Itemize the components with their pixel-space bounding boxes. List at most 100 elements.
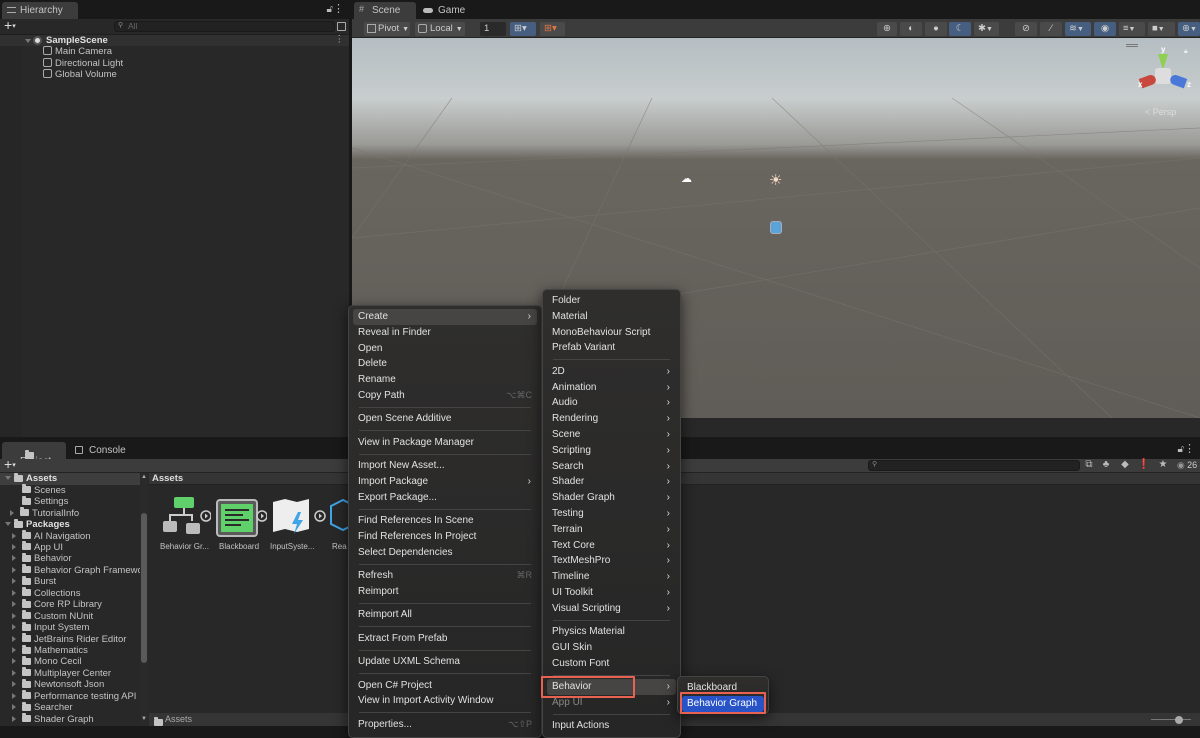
menu-item-input-actions[interactable]: Input Actions: [547, 718, 676, 734]
filter-by-label-icon[interactable]: ◆: [1118, 458, 1132, 472]
menu-item-2d[interactable]: 2D ›: [547, 364, 676, 380]
expand-icon[interactable]: [12, 589, 16, 596]
visibility-toggle[interactable]: ◉: [1094, 22, 1116, 36]
tree-package-input-system[interactable]: Input System: [12, 621, 89, 634]
menu-item-view-in-import-activity-window[interactable]: View in Import Activity Window: [353, 693, 537, 709]
camera-gizmo-icon[interactable]: ☁: [681, 172, 692, 185]
tree-package-collections[interactable]: Collections: [12, 587, 80, 600]
tree-package-core-rp-library[interactable]: Core RP Library: [12, 598, 102, 611]
project-more-icon[interactable]: ⋮: [1184, 442, 1195, 455]
hierarchy-item[interactable]: Main Camera: [43, 46, 112, 58]
grid-visibility-toggle[interactable]: ⊞▾: [510, 22, 536, 36]
menu-item-import-new-asset[interactable]: Import New Asset...: [353, 458, 537, 474]
menu-item-export-package[interactable]: Export Package...: [353, 490, 537, 506]
tree-package-mathematics[interactable]: Mathematics: [12, 644, 88, 657]
snap-toggle[interactable]: ⊞▾: [540, 22, 565, 36]
more-options-icon[interactable]: ⋮: [333, 2, 344, 15]
tree-scrollbar[interactable]: ▲ ▼: [140, 473, 148, 726]
gizmo-lock-icon[interactable]: 🔒︎: [1184, 48, 1188, 56]
menu-item-view-in-package-manager[interactable]: View in Package Manager: [353, 435, 537, 451]
asset-behavior-graph[interactable]: Behavior Gr...: [157, 494, 212, 554]
tree-package-searcher[interactable]: Searcher: [12, 701, 73, 714]
scroll-thumb[interactable]: [141, 513, 147, 663]
project-search-input[interactable]: ⚲: [868, 460, 1080, 471]
scene-options-icon[interactable]: ⋮: [335, 34, 345, 45]
volume-gizmo-icon[interactable]: [770, 221, 782, 234]
asset-blackboard[interactable]: Blackboard: [213, 494, 268, 554]
expand-icon[interactable]: [12, 555, 16, 562]
expand-icon[interactable]: [12, 635, 16, 642]
shaded-wireframe-button[interactable]: ◐: [900, 22, 922, 36]
tree-package-newtonsoft-json[interactable]: Newtonsoft Json: [12, 678, 104, 691]
breadcrumb-assets[interactable]: Assets: [152, 473, 183, 484]
scroll-down-arrow[interactable]: ▼: [141, 716, 147, 722]
expand-icon[interactable]: [12, 704, 16, 711]
menu-item-create[interactable]: Create ›: [353, 309, 537, 325]
tree-packages-root[interactable]: Packages: [0, 518, 140, 531]
tab-console[interactable]: Console: [70, 442, 140, 459]
expand-icon[interactable]: [12, 669, 16, 676]
expand-icon[interactable]: [12, 612, 16, 619]
menu-item-scene[interactable]: Scene ›: [547, 427, 676, 443]
tree-folder-tutorialinfo[interactable]: TutorialInfo: [10, 507, 79, 520]
expand-icon[interactable]: [5, 522, 11, 526]
menu-item-search[interactable]: Search ›: [547, 459, 676, 475]
log-warning-icon[interactable]: ❗: [1137, 458, 1151, 472]
menu-item-animation[interactable]: Animation ›: [547, 380, 676, 396]
tree-folder-scenes[interactable]: Scenes: [22, 484, 66, 497]
projection-toggle[interactable]: < Persp: [1145, 107, 1176, 117]
shaded-button[interactable]: ●: [925, 22, 947, 36]
menu-item-gui-skin[interactable]: GUI Skin: [547, 640, 676, 656]
menu-item-timeline[interactable]: Timeline ›: [547, 569, 676, 585]
menu-item-monobehaviour-script[interactable]: MonoBehaviour Script: [547, 325, 676, 341]
menu-item-refresh[interactable]: Refresh ⌘R: [353, 568, 537, 584]
expand-icon[interactable]: [12, 647, 16, 653]
tree-assets-root[interactable]: Assets: [0, 473, 140, 485]
menu-item-audio[interactable]: Audio ›: [547, 395, 676, 411]
draw-mode-wireframe-button[interactable]: ⊕: [877, 22, 897, 36]
effects-dropdown[interactable]: ≋▼: [1065, 22, 1091, 36]
tree-package-mono-cecil[interactable]: Mono Cecil: [12, 655, 82, 668]
menu-item-scripting[interactable]: Scripting ›: [547, 443, 676, 459]
tree-package-burst[interactable]: Burst: [12, 575, 56, 588]
add-object-button[interactable]: +▾: [4, 17, 16, 33]
layers-dropdown[interactable]: ≡▼: [1119, 22, 1145, 36]
expand-icon[interactable]: [12, 624, 16, 631]
menu-item-properties[interactable]: Properties... ⌥⇧P: [353, 717, 537, 733]
expand-icon[interactable]: [12, 715, 16, 722]
menu-item-open-c-project[interactable]: Open C# Project: [353, 678, 537, 694]
menu-item-reimport-all[interactable]: Reimport All: [353, 607, 537, 623]
menu-item-ui-toolkit[interactable]: UI Toolkit ›: [547, 585, 676, 601]
scroll-up-arrow[interactable]: ▲: [141, 474, 147, 480]
menu-item-visual-scripting[interactable]: Visual Scripting ›: [547, 601, 676, 617]
menu-item-shader[interactable]: Shader ›: [547, 474, 676, 490]
menu-item-reimport[interactable]: Reimport: [353, 584, 537, 600]
expand-icon[interactable]: [12, 658, 16, 665]
tree-package-jetbrains-rider-editor[interactable]: JetBrains Rider Editor: [12, 633, 126, 646]
menu-item-textmeshpro[interactable]: TextMeshPro ›: [547, 553, 676, 569]
menu-item-find-references-in-scene[interactable]: Find References In Scene: [353, 513, 537, 529]
tree-package-ai-navigation[interactable]: AI Navigation: [12, 530, 91, 543]
tree-package-behavior[interactable]: Behavior: [12, 552, 72, 565]
expand-icon[interactable]: [12, 566, 16, 573]
debug-draw-dropdown[interactable]: ✱▼: [974, 22, 999, 36]
search-mode-icon[interactable]: ⧉: [1083, 458, 1095, 472]
menu-item-custom-font[interactable]: Custom Font: [547, 656, 676, 672]
menu-item-import-package[interactable]: Import Package ›: [353, 474, 537, 490]
2d-toggle[interactable]: ⊘: [1015, 22, 1037, 36]
expand-icon[interactable]: [12, 601, 16, 608]
tree-package-custom-nunit[interactable]: Custom NUnit: [12, 610, 93, 623]
tab-game[interactable]: Game: [418, 2, 478, 19]
menu-item-terrain[interactable]: Terrain ›: [547, 522, 676, 538]
menu-item-rename[interactable]: Rename: [353, 372, 537, 388]
expand-icon[interactable]: [10, 509, 14, 516]
menu-item-select-dependencies[interactable]: Select Dependencies: [353, 545, 537, 561]
expand-icon[interactable]: [12, 543, 16, 550]
menu-item-copy-path[interactable]: Copy Path ⌥⌘C: [353, 388, 537, 404]
lighting-toggle[interactable]: ☾: [949, 22, 971, 36]
tree-package-app-ui[interactable]: App UI: [12, 541, 63, 554]
gizmos-dropdown[interactable]: ⊕▼: [1178, 22, 1200, 36]
menu-item-testing[interactable]: Testing ›: [547, 506, 676, 522]
tree-package-behavior-graph-framewo[interactable]: Behavior Graph Framewo: [12, 564, 140, 577]
light-gizmo-icon[interactable]: ☀: [769, 171, 782, 189]
